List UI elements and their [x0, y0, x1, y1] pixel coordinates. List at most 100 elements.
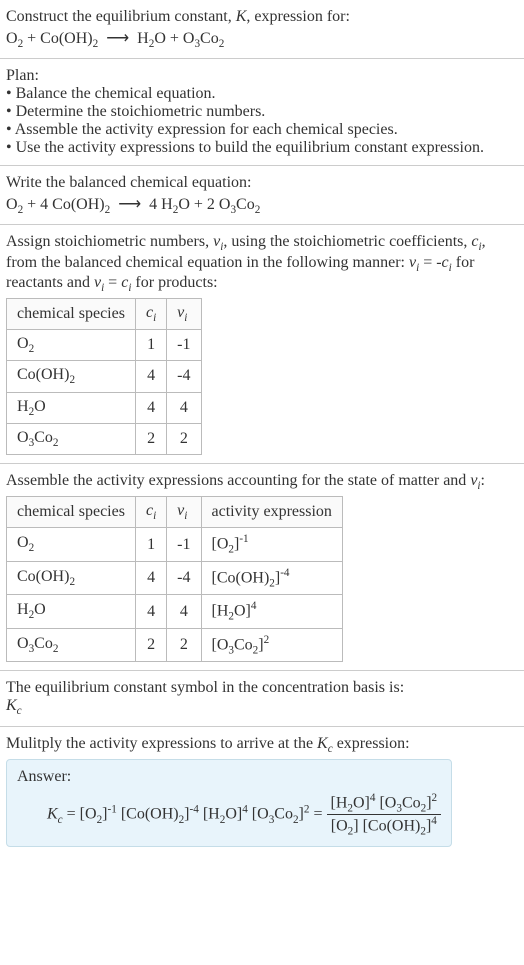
sub: 2	[29, 343, 35, 355]
c-var: c	[146, 304, 153, 321]
answer-equation: Kc = [O2]-1 [Co(OH)2]-4 [H2O]4 [O3Co2]2 …	[17, 792, 441, 838]
assemble-section: Assemble the activity expressions accoun…	[0, 464, 524, 671]
cell-v: 2	[167, 628, 201, 662]
act: Co	[234, 636, 253, 653]
exp: 4	[431, 815, 437, 827]
c-var: c	[442, 254, 449, 271]
th-activity: activity expression	[201, 497, 342, 528]
sub: i	[184, 510, 187, 522]
balanced-title: Write the balanced chemical equation:	[6, 174, 518, 192]
plan-section: Plan: • Balance the chemical equation. •…	[0, 59, 524, 166]
text: :	[481, 472, 485, 489]
sp: O	[17, 335, 29, 352]
text: expression:	[333, 735, 410, 752]
eq: =	[309, 805, 326, 822]
text: Assign stoichiometric numbers,	[6, 233, 213, 250]
act: O]	[234, 603, 251, 620]
eq-part: + 4 Co(OH)	[23, 196, 104, 213]
sub: 2	[53, 643, 59, 655]
th-c: ci	[135, 298, 166, 329]
c-var: c	[146, 502, 153, 519]
symbol-section: The equilibrium constant symbol in the c…	[0, 671, 524, 726]
assign-section: Assign stoichiometric numbers, νi , using…	[0, 225, 524, 464]
sp: Co	[34, 429, 53, 446]
sub: 2	[69, 375, 75, 387]
fraction: [H2O]4 [O3Co2]2[O2] [Co(OH)2]4	[327, 792, 442, 838]
header-text: Construct the equilibrium constant,	[6, 8, 236, 25]
text: Mulitply the activity expressions to arr…	[6, 735, 317, 752]
th-nu: νi	[167, 298, 201, 329]
cell-v: -4	[167, 361, 201, 392]
cell-activity: [Co(OH)2]-4	[201, 561, 342, 595]
eq-part: O + 2 O	[178, 196, 230, 213]
cell-species: O2	[7, 330, 136, 361]
kc-symbol: Kc	[6, 697, 518, 717]
exp: 2	[264, 634, 270, 646]
sub: i	[153, 510, 156, 522]
eq-part: O + O	[154, 30, 194, 47]
sp: O	[34, 398, 46, 415]
table-header-row: chemical species ci νi	[7, 298, 202, 329]
th-c: ci	[135, 497, 166, 528]
cell-c: 4	[135, 595, 166, 629]
answer-box: Answer: Kc = [O2]-1 [Co(OH)2]-4 [H2O]4 […	[6, 759, 452, 847]
act: [Co(OH)	[212, 569, 270, 586]
activity-table: chemical species ci νi activity expressi…	[6, 496, 343, 662]
cell-v: 2	[167, 423, 201, 454]
cell-activity: [O2]-1	[201, 528, 342, 562]
sp: Co(OH)	[17, 568, 69, 585]
cell-species: Co(OH)2	[7, 561, 136, 595]
act: [O	[212, 536, 229, 553]
k-var: K	[6, 697, 17, 714]
exp: -4	[190, 803, 199, 815]
exp: -1	[107, 803, 116, 815]
eq-part: O	[6, 196, 18, 213]
sub: 2	[29, 543, 35, 555]
multiply-section: Mulitply the activity expressions to arr…	[0, 727, 524, 855]
balanced-section: Write the balanced chemical equation: O 2…	[0, 166, 524, 225]
term: O]	[353, 794, 370, 811]
cell-species: Co(OH)2	[7, 361, 136, 392]
k-var: K	[317, 735, 328, 752]
numerator: [H2O]4 [O3Co2]2	[327, 792, 442, 816]
text: for products:	[131, 274, 217, 291]
sp: Co	[34, 635, 53, 652]
eq-part: O	[6, 30, 18, 47]
sub: c	[17, 706, 22, 718]
denominator: [O2] [Co(OH)2]4	[327, 815, 442, 838]
term: [O	[80, 805, 97, 822]
act: [H	[212, 603, 229, 620]
sp: H	[17, 601, 29, 618]
sub: 2	[105, 204, 111, 216]
cell-c: 1	[135, 528, 166, 562]
nu-var: ν	[94, 274, 101, 291]
act: [O	[212, 636, 229, 653]
sp: Co(OH)	[17, 366, 69, 383]
exp: -4	[280, 567, 289, 579]
cell-species: O3Co2	[7, 628, 136, 662]
text: , using the stoichiometric coefficients,	[223, 233, 471, 250]
cell-c: 4	[135, 392, 166, 423]
text: = -	[419, 254, 441, 271]
cell-species: H2O	[7, 595, 136, 629]
plan-item: • Balance the chemical equation.	[6, 85, 518, 103]
sub: 2	[93, 38, 99, 50]
cell-c: 4	[135, 561, 166, 595]
sub: 2	[53, 437, 59, 449]
header-end: , expression for:	[246, 8, 350, 25]
cell-activity: [O3Co2]2	[201, 628, 342, 662]
header-title: Construct the equilibrium constant, K, e…	[6, 8, 518, 26]
sp: O	[34, 601, 46, 618]
eq-part: H	[137, 30, 149, 47]
term: [O	[375, 794, 396, 811]
term: [O	[331, 818, 348, 835]
plan-item: • Assemble the activity expression for e…	[6, 121, 518, 139]
cell-v: -1	[167, 330, 201, 361]
table-header-row: chemical species ci νi activity expressi…	[7, 497, 343, 528]
th-species: chemical species	[7, 298, 136, 329]
cell-c: 2	[135, 423, 166, 454]
eq-part: Co	[236, 196, 255, 213]
cell-c: 2	[135, 628, 166, 662]
sub: 2	[219, 38, 225, 50]
term: Co	[274, 805, 293, 822]
